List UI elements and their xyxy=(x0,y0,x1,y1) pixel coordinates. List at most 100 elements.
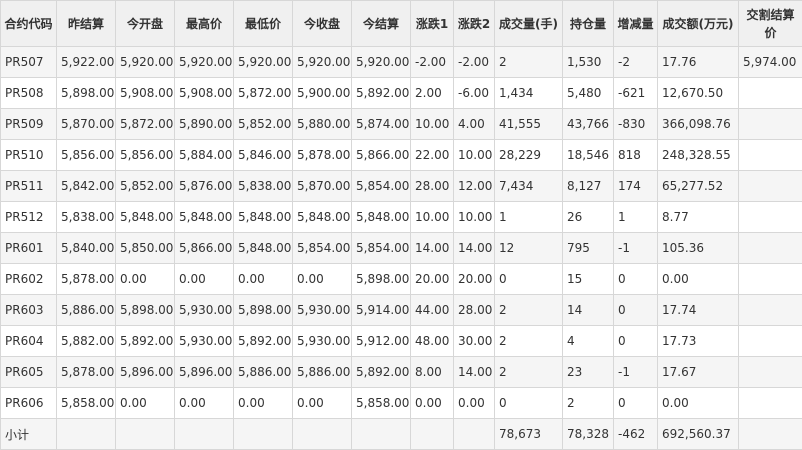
table-cell: 5,880.00 xyxy=(293,109,352,140)
table-cell: 5,870.00 xyxy=(293,171,352,202)
table-cell: 18,546 xyxy=(563,140,614,171)
table-cell: 174 xyxy=(614,171,658,202)
table-cell: 5,852.00 xyxy=(234,109,293,140)
table-cell: 5,848.00 xyxy=(234,202,293,233)
table-cell: 0 xyxy=(495,388,563,419)
column-header: 今开盘 xyxy=(116,1,175,47)
table-cell: 5,974.00 xyxy=(739,47,802,78)
table-cell: 0 xyxy=(614,326,658,357)
subtotal-cell: 692,560.37 xyxy=(658,419,739,450)
table-cell: 5,912.00 xyxy=(352,326,411,357)
table-cell: 22.00 xyxy=(411,140,454,171)
table-row: PR5085,898.005,908.005,908.005,872.005,9… xyxy=(1,78,802,109)
table-cell: 2 xyxy=(495,295,563,326)
table-cell: 5,930.00 xyxy=(293,326,352,357)
table-cell: 48.00 xyxy=(411,326,454,357)
table-cell: 2 xyxy=(563,388,614,419)
column-header: 涨跌2 xyxy=(454,1,495,47)
table-cell: 5,874.00 xyxy=(352,109,411,140)
table-cell: 5,900.00 xyxy=(293,78,352,109)
table-cell: 5,886.00 xyxy=(293,357,352,388)
contract-code-cell: PR604 xyxy=(1,326,57,357)
table-cell: 5,866.00 xyxy=(175,233,234,264)
table-cell: 0.00 xyxy=(116,388,175,419)
table-cell: 2 xyxy=(495,326,563,357)
table-cell xyxy=(739,202,802,233)
table-cell: 43,766 xyxy=(563,109,614,140)
table-cell: 5,848.00 xyxy=(234,233,293,264)
table-cell: 5,922.00 xyxy=(57,47,116,78)
subtotal-cell: -462 xyxy=(614,419,658,450)
table-row: PR6025,878.000.000.000.000.005,898.0020.… xyxy=(1,264,802,295)
contract-code-cell: PR606 xyxy=(1,388,57,419)
table-cell: 248,328.55 xyxy=(658,140,739,171)
table-cell: 5,892.00 xyxy=(352,357,411,388)
table-cell: 28.00 xyxy=(411,171,454,202)
table-cell: 5,878.00 xyxy=(293,140,352,171)
column-header: 今收盘 xyxy=(293,1,352,47)
table-cell: 0.00 xyxy=(658,264,739,295)
table-cell: 818 xyxy=(614,140,658,171)
table-cell: 0 xyxy=(495,264,563,295)
table-cell: 5,882.00 xyxy=(57,326,116,357)
table-cell: 5,908.00 xyxy=(175,78,234,109)
table-cell: 5,848.00 xyxy=(116,202,175,233)
contract-code-cell: PR507 xyxy=(1,47,57,78)
table-cell: 8,127 xyxy=(563,171,614,202)
column-header: 最高价 xyxy=(175,1,234,47)
table-cell xyxy=(739,264,802,295)
subtotal-cell xyxy=(454,419,495,450)
table-row: PR6045,882.005,892.005,930.005,892.005,9… xyxy=(1,326,802,357)
table-cell: 5,892.00 xyxy=(234,326,293,357)
table-cell: 4.00 xyxy=(454,109,495,140)
table-cell: 0.00 xyxy=(454,388,495,419)
table-cell: 2 xyxy=(495,357,563,388)
table-body: PR5075,922.005,920.005,920.005,920.005,9… xyxy=(1,47,802,450)
table-cell: 5,856.00 xyxy=(57,140,116,171)
table-cell: 5,892.00 xyxy=(116,326,175,357)
table-cell xyxy=(739,233,802,264)
table-cell: 5,920.00 xyxy=(116,47,175,78)
table-cell: 28,229 xyxy=(495,140,563,171)
column-header: 成交量(手) xyxy=(495,1,563,47)
table-cell: 5,914.00 xyxy=(352,295,411,326)
column-header: 最低价 xyxy=(234,1,293,47)
table-cell: 5,854.00 xyxy=(352,171,411,202)
table-cell: 5,878.00 xyxy=(57,357,116,388)
table-cell: 5,898.00 xyxy=(116,295,175,326)
table-cell: 5,848.00 xyxy=(293,202,352,233)
table-cell xyxy=(739,109,802,140)
subtotal-cell xyxy=(57,419,116,450)
table-cell: 5,892.00 xyxy=(352,78,411,109)
table-cell: 4 xyxy=(563,326,614,357)
table-row: PR5115,842.005,852.005,876.005,838.005,8… xyxy=(1,171,802,202)
table-cell: 5,920.00 xyxy=(175,47,234,78)
table-cell: 5,890.00 xyxy=(175,109,234,140)
table-cell: 10.00 xyxy=(411,109,454,140)
table-cell: -830 xyxy=(614,109,658,140)
table-cell: 5,854.00 xyxy=(352,233,411,264)
table-cell: 1,530 xyxy=(563,47,614,78)
subtotal-cell: 78,673 xyxy=(495,419,563,450)
table-cell xyxy=(739,388,802,419)
table-cell: 10.00 xyxy=(454,202,495,233)
contract-code-cell: PR601 xyxy=(1,233,57,264)
table-cell xyxy=(739,357,802,388)
table-cell: 14.00 xyxy=(454,357,495,388)
table-cell: 2 xyxy=(495,47,563,78)
table-cell: 0.00 xyxy=(293,264,352,295)
table-cell: 105.36 xyxy=(658,233,739,264)
table-cell: 5,908.00 xyxy=(116,78,175,109)
table-row: PR5125,838.005,848.005,848.005,848.005,8… xyxy=(1,202,802,233)
table-cell: -621 xyxy=(614,78,658,109)
table-cell: 12 xyxy=(495,233,563,264)
table-cell: 12.00 xyxy=(454,171,495,202)
table-cell: 5,896.00 xyxy=(175,357,234,388)
table-cell: 0.00 xyxy=(116,264,175,295)
table-cell: 5,920.00 xyxy=(234,47,293,78)
table-cell: 17.73 xyxy=(658,326,739,357)
table-cell: 5,870.00 xyxy=(57,109,116,140)
table-cell: 5,854.00 xyxy=(293,233,352,264)
table-cell: 0 xyxy=(614,264,658,295)
table-cell: 14 xyxy=(563,295,614,326)
